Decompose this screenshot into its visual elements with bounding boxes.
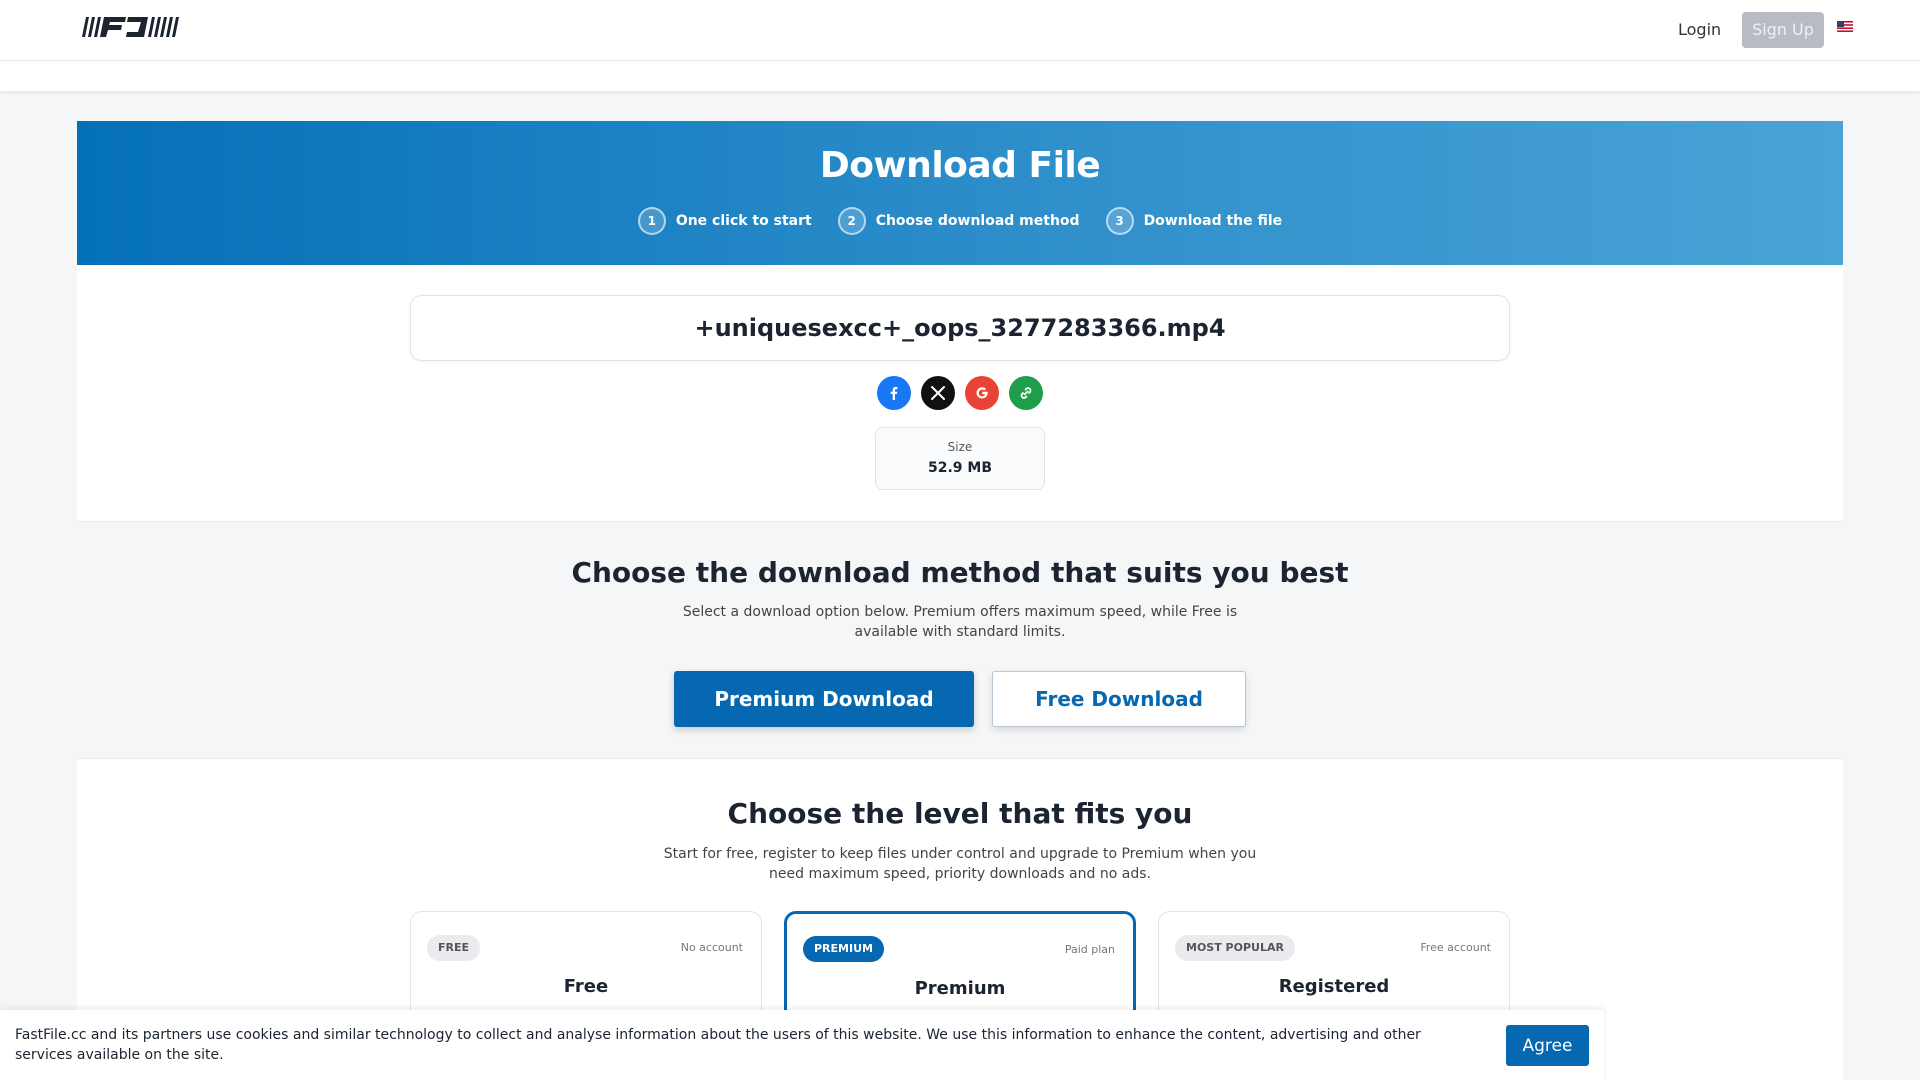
share-x-button[interactable] — [921, 376, 955, 410]
share-google-button[interactable] — [965, 376, 999, 410]
plan-name: Free — [563, 976, 609, 997]
facebook-icon — [890, 387, 898, 400]
cookie-text: FastFile.cc and its partners use cookies… — [15, 1027, 1421, 1063]
x-icon — [931, 386, 945, 400]
step-number: 2 — [837, 207, 866, 235]
levels-subtitle: Start for free, register to keep files u… — [663, 846, 1257, 882]
signup-button[interactable]: Sign Up — [1742, 12, 1824, 48]
step-label: Download the file — [1143, 213, 1283, 229]
method-title: Choose the download method that suits yo… — [571, 556, 1349, 589]
cookie-agree-button[interactable]: Agree — [1506, 1025, 1589, 1066]
plan-badge: PREMIUM — [803, 936, 884, 962]
step-3: 3 Download the file — [1105, 207, 1283, 235]
copy-link-button[interactable] — [1009, 376, 1043, 410]
method-subtitle: Select a download option below. Premium … — [682, 604, 1238, 640]
step-2: 2 Choose download method — [837, 207, 1080, 235]
step-1: 1 One click to start — [637, 207, 812, 235]
plan-name: Registered — [1278, 976, 1390, 997]
step-label: Choose download method — [875, 213, 1080, 229]
plan-note: Free account — [1420, 941, 1491, 954]
share-buttons — [877, 376, 1043, 410]
size-value: 52.9 MB — [927, 460, 993, 476]
steps-indicator: 1 One click to start 2 Choose download m… — [77, 207, 1843, 235]
free-download-button[interactable]: Free Download — [992, 671, 1246, 727]
download-card: Download File 1 One click to start 2 Cho… — [77, 121, 1843, 1080]
top-navbar: Login Sign Up — [0, 0, 1920, 61]
fastfile-logo[interactable] — [82, 15, 182, 39]
premium-download-button[interactable]: Premium Download — [674, 671, 974, 727]
plan-name: Premium — [914, 978, 1006, 999]
hero-banner: Download File 1 One click to start 2 Cho… — [77, 121, 1843, 265]
plan-note: Paid plan — [1064, 943, 1115, 956]
step-number: 3 — [1105, 207, 1134, 235]
plan-badge: MOST POPULAR — [1175, 935, 1295, 961]
plan-note: No account — [680, 941, 743, 954]
levels-title: Choose the level that fits you — [727, 797, 1193, 830]
cookie-banner: FastFile.cc and its partners use cookies… — [0, 1010, 1604, 1080]
login-link[interactable]: Login — [1670, 15, 1729, 45]
page-title: Download File — [819, 145, 1101, 186]
share-facebook-button[interactable] — [877, 376, 911, 410]
file-size-box: Size 52.9 MB — [875, 427, 1045, 490]
plan-badge: FREE — [427, 935, 481, 961]
step-label: One click to start — [675, 213, 812, 229]
file-name: +uniquesexcc+_oops_3277283366.mp4 — [410, 295, 1510, 361]
link-icon — [1020, 387, 1032, 399]
size-label: Size — [947, 440, 973, 454]
step-number: 1 — [637, 207, 666, 235]
google-icon — [976, 387, 988, 399]
us-flag-icon[interactable] — [1837, 21, 1853, 32]
download-method-section: Choose the download method that suits yo… — [77, 521, 1843, 759]
sub-navbar — [0, 61, 1920, 91]
